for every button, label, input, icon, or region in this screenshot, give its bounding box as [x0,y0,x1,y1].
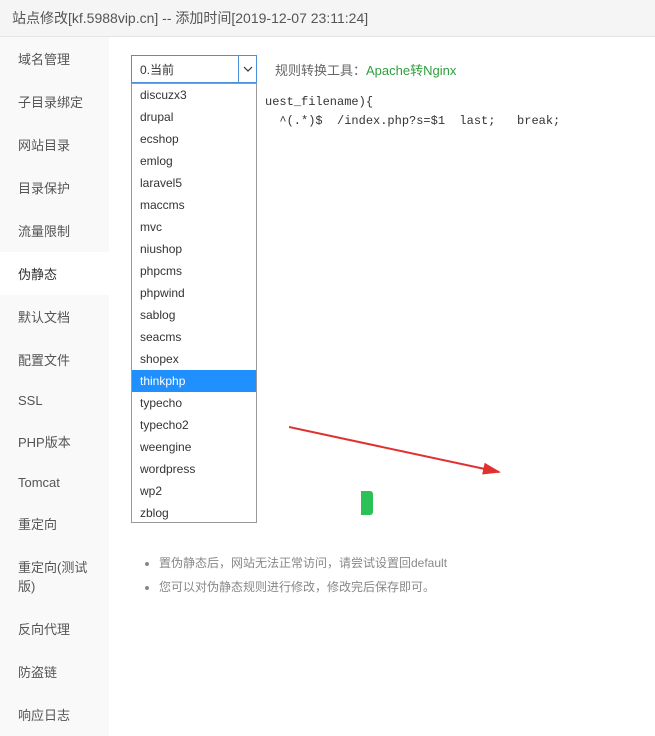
convert-link[interactable]: Apache转Nginx [366,63,456,78]
template-select-value: 0.当前 [140,61,174,78]
window-title: 站点修改[kf.5988vip.cn] -- 添加时间[2019-12-07 2… [12,10,368,26]
template-select-wrap: 0.当前 discuzx3drupalecshopemloglaravel5ma… [131,55,257,83]
dropdown-item-zblog[interactable]: zblog [132,502,256,523]
sidebar-item-hotlink[interactable]: 防盗链 [0,650,109,693]
dropdown-item-seacms[interactable]: seacms [132,326,256,348]
sidebar-item-config[interactable]: 配置文件 [0,338,109,381]
container: 域名管理 子目录绑定 网站目录 目录保护 流量限制 伪静态 默认文档 配置文件 … [0,37,655,736]
sidebar: 域名管理 子目录绑定 网站目录 目录保护 流量限制 伪静态 默认文档 配置文件 … [0,37,109,736]
sidebar-item-defaultdoc[interactable]: 默认文档 [0,295,109,338]
main-panel: 0.当前 discuzx3drupalecshopemloglaravel5ma… [109,37,655,736]
notes-list: 置伪静态后，网站无法正常访问，请尝试设置回default 您可以对伪静态规则进行… [131,551,633,599]
dropdown-item-drupal[interactable]: drupal [132,106,256,128]
window-header: 站点修改[kf.5988vip.cn] -- 添加时间[2019-12-07 2… [0,0,655,37]
sidebar-item-domain[interactable]: 域名管理 [0,37,109,80]
annotation-arrow-icon [289,417,519,487]
dropdown-item-typecho[interactable]: typecho [132,392,256,414]
sidebar-item-dirprotect[interactable]: 目录保护 [0,166,109,209]
template-dropdown[interactable]: discuzx3drupalecshopemloglaravel5maccmsm… [131,83,257,523]
save-button-edge[interactable] [361,491,373,515]
dropdown-item-maccms[interactable]: maccms [132,194,256,216]
convert-label: 规则转换工具： [275,63,366,78]
dropdown-item-wordpress[interactable]: wordpress [132,458,256,480]
sidebar-item-phpver[interactable]: PHP版本 [0,420,109,463]
sidebar-item-redirect-beta[interactable]: 重定向(测试版) [0,545,109,607]
sidebar-item-responselog[interactable]: 响应日志 [0,693,109,736]
chevron-down-icon [238,56,256,82]
note-item: 您可以对伪静态规则进行修改，修改完后保存即可。 [159,575,633,599]
top-row: 0.当前 discuzx3drupalecshopemloglaravel5ma… [131,55,633,83]
convert-tool: 规则转换工具：Apache转Nginx [275,60,456,79]
sidebar-item-traffic[interactable]: 流量限制 [0,209,109,252]
sidebar-item-rewrite[interactable]: 伪静态 [0,252,109,295]
template-select[interactable]: 0.当前 [131,55,257,83]
rewrite-code[interactable]: uest_filename){ ^(.*)$ /index.php?s=$1 l… [265,93,633,131]
dropdown-item-phpwind[interactable]: phpwind [132,282,256,304]
sidebar-item-subdir[interactable]: 子目录绑定 [0,80,109,123]
dropdown-item-thinkphp[interactable]: thinkphp [132,370,256,392]
sidebar-item-redirect[interactable]: 重定向 [0,502,109,545]
sidebar-item-proxy[interactable]: 反向代理 [0,607,109,650]
dropdown-item-emlog[interactable]: emlog [132,150,256,172]
dropdown-item-niushop[interactable]: niushop [132,238,256,260]
dropdown-item-laravel5[interactable]: laravel5 [132,172,256,194]
dropdown-item-wp2[interactable]: wp2 [132,480,256,502]
dropdown-item-shopex[interactable]: shopex [132,348,256,370]
dropdown-item-discuzx3[interactable]: discuzx3 [132,84,256,106]
sidebar-item-sitedir[interactable]: 网站目录 [0,123,109,166]
dropdown-item-mvc[interactable]: mvc [132,216,256,238]
dropdown-item-sablog[interactable]: sablog [132,304,256,326]
sidebar-item-ssl[interactable]: SSL [0,381,109,420]
dropdown-item-ecshop[interactable]: ecshop [132,128,256,150]
dropdown-item-typecho2[interactable]: typecho2 [132,414,256,436]
dropdown-item-weengine[interactable]: weengine [132,436,256,458]
dropdown-item-phpcms[interactable]: phpcms [132,260,256,282]
note-item: 置伪静态后，网站无法正常访问，请尝试设置回default [159,551,633,575]
sidebar-item-tomcat[interactable]: Tomcat [0,463,109,502]
